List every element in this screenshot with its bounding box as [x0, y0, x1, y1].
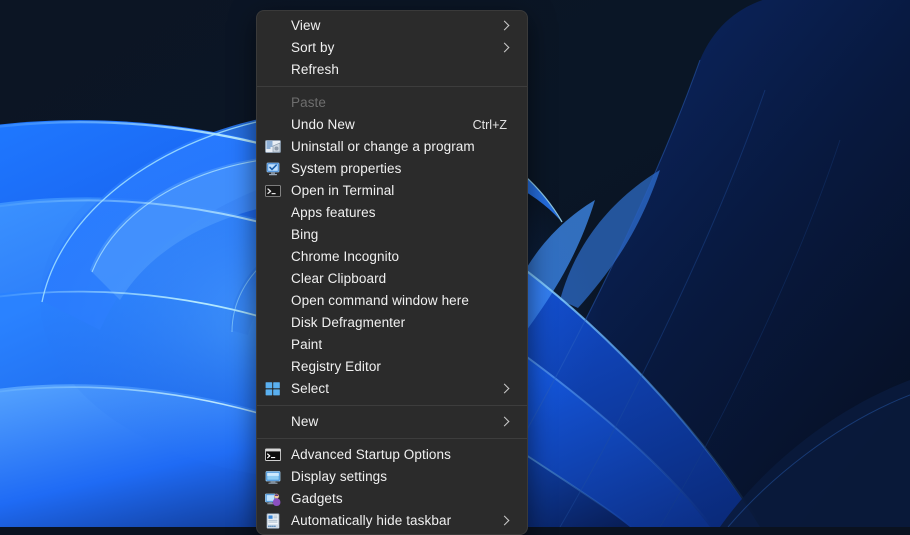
menu-item-label: Paint [291, 334, 517, 356]
menu-item-label: Chrome Incognito [291, 246, 517, 268]
menu-item-label: Registry Editor [291, 356, 517, 378]
menu-item-new[interactable]: New [257, 411, 527, 433]
menu-item-apps-features[interactable]: Apps features [257, 202, 527, 224]
menu-item-label: Disk Defragmenter [291, 312, 517, 334]
menu-item-bing[interactable]: Bing [257, 224, 527, 246]
no-icon [265, 293, 283, 309]
menu-item-gadgets[interactable]: Gadgets [257, 488, 527, 510]
terminal-icon [265, 183, 283, 199]
menu-item-chrome-incognito[interactable]: Chrome Incognito [257, 246, 527, 268]
menu-item-shortcut: Ctrl+Z [473, 114, 517, 136]
menu-separator [257, 86, 527, 87]
no-icon [265, 205, 283, 221]
menu-item-refresh[interactable]: Refresh [257, 59, 527, 81]
no-icon [265, 414, 283, 430]
system-properties-icon [265, 161, 283, 177]
menu-separator [257, 438, 527, 439]
menu-item-label: Bing [291, 224, 517, 246]
menu-item-label: Apps features [291, 202, 517, 224]
menu-item-label: View [291, 15, 499, 37]
no-icon [265, 62, 283, 78]
no-icon [265, 227, 283, 243]
menu-item-label: Gadgets [291, 488, 517, 510]
menu-item-paste: Paste [257, 92, 527, 114]
menu-item-label: Paste [291, 92, 517, 114]
menu-item-display-settings[interactable]: Display settings [257, 466, 527, 488]
chevron-right-icon [499, 515, 511, 527]
menu-item-label: Open in Terminal [291, 180, 517, 202]
no-icon [265, 249, 283, 265]
command-prompt-icon [265, 447, 283, 463]
menu-item-registry-editor[interactable]: Registry Editor [257, 356, 527, 378]
no-icon [265, 337, 283, 353]
menu-item-system-properties[interactable]: System properties [257, 158, 527, 180]
menu-item-view[interactable]: View [257, 15, 527, 37]
chevron-right-icon [499, 42, 511, 54]
menu-item-label: Uninstall or change a program [291, 136, 517, 158]
select-grid-icon [265, 381, 283, 397]
menu-item-label: Advanced Startup Options [291, 444, 517, 466]
desktop-context-menu[interactable]: ViewSort byRefresh PasteUndo NewCtrl+ZUni… [256, 10, 528, 535]
menu-item-open-command-window-here[interactable]: Open command window here [257, 290, 527, 312]
gadgets-icon [265, 491, 283, 507]
menu-item-clear-clipboard[interactable]: Clear Clipboard [257, 268, 527, 290]
chevron-right-icon [499, 416, 511, 428]
menu-item-automatically-hide-taskbar[interactable]: Automatically hide taskbar [257, 510, 527, 532]
menu-item-label: Refresh [291, 59, 517, 81]
no-icon [265, 18, 283, 34]
programs-and-features-icon [265, 139, 283, 155]
no-icon [265, 271, 283, 287]
menu-item-undo-new[interactable]: Undo NewCtrl+Z [257, 114, 527, 136]
menu-item-sort-by[interactable]: Sort by [257, 37, 527, 59]
menu-item-paint[interactable]: Paint [257, 334, 527, 356]
display-settings-icon [265, 469, 283, 485]
menu-item-label: Display settings [291, 466, 517, 488]
no-icon [265, 95, 283, 111]
menu-item-label: New [291, 411, 499, 433]
menu-item-label: System properties [291, 158, 517, 180]
menu-item-label: Open command window here [291, 290, 517, 312]
chevron-right-icon [499, 383, 511, 395]
menu-item-label: Select [291, 378, 499, 400]
menu-item-label: Clear Clipboard [291, 268, 517, 290]
menu-item-label: Undo New [291, 114, 473, 136]
menu-separator [257, 405, 527, 406]
menu-item-label: Sort by [291, 37, 499, 59]
menu-item-disk-defragmenter[interactable]: Disk Defragmenter [257, 312, 527, 334]
menu-item-select[interactable]: Select [257, 378, 527, 400]
menu-item-uninstall-or-change-a-program[interactable]: Uninstall or change a program [257, 136, 527, 158]
no-icon [265, 315, 283, 331]
menu-item-advanced-startup-options[interactable]: Advanced Startup Options [257, 444, 527, 466]
menu-item-open-in-terminal[interactable]: Open in Terminal [257, 180, 527, 202]
menu-item-label: Automatically hide taskbar [291, 510, 499, 532]
chevron-right-icon [499, 20, 511, 32]
no-icon [265, 359, 283, 375]
no-icon [265, 117, 283, 133]
no-icon [265, 40, 283, 56]
